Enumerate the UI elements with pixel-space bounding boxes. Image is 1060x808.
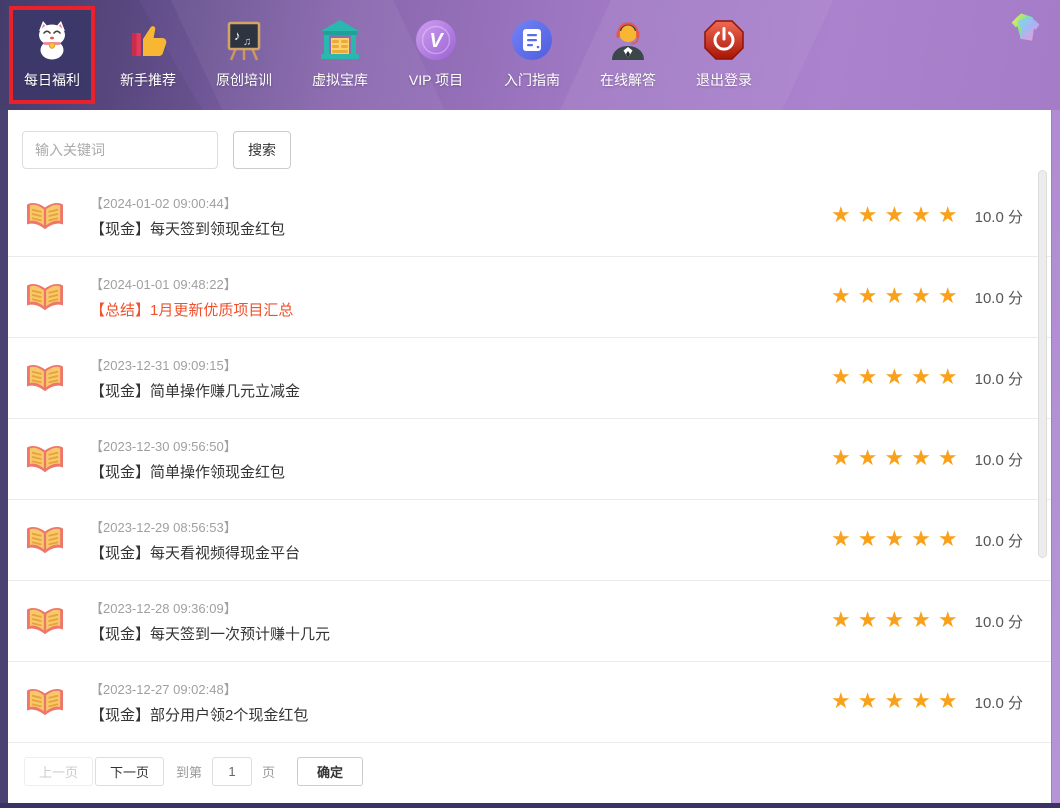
search-bar: 搜索 <box>8 110 1051 176</box>
list-item[interactable]: 【2023-12-30 09:56:50】 【现金】简单操作领现金红包 ★★★★… <box>8 419 1051 500</box>
item-score: 10.0 分 <box>975 287 1023 308</box>
item-timestamp: 【2023-12-31 09:09:15】 <box>90 355 300 374</box>
item-score: 10.0 分 <box>975 611 1023 632</box>
search-input[interactable] <box>22 131 218 169</box>
nav-label: 每日福利 <box>24 70 80 90</box>
list-item[interactable]: 【2023-12-28 09:36:09】 【现金】每天签到一次预计赚十几元 ★… <box>8 581 1051 662</box>
nav-label: VIP 项目 <box>409 70 463 90</box>
item-title[interactable]: 【总结】1月更新优质项目汇总 <box>90 299 293 320</box>
list-item[interactable]: 【2023-12-29 08:56:53】 【现金】每天看视频得现金平台 ★★★… <box>8 500 1051 581</box>
list-item[interactable]: 【2023-12-31 09:09:15】 【现金】简单操作赚几元立减金 ★★★… <box>8 338 1051 419</box>
nav-label: 虚拟宝库 <box>312 70 368 90</box>
item-timestamp: 【2023-12-30 09:56:50】 <box>90 436 285 455</box>
star-rating-icon: ★★★★★ <box>831 691 965 713</box>
svg-text:V: V <box>429 30 444 52</box>
rainbow-shirt-logo-icon <box>1008 10 1046 53</box>
goto-page-prefix: 到第 <box>176 762 202 781</box>
nav-tab-logout[interactable]: 退出登录 <box>681 6 767 104</box>
support-agent-icon <box>606 16 650 64</box>
item-score: 10.0 分 <box>975 530 1023 551</box>
book-icon <box>24 684 66 720</box>
book-icon <box>24 360 66 396</box>
nav-label: 入门指南 <box>504 70 560 90</box>
svg-text:♪: ♪ <box>234 28 241 43</box>
item-title[interactable]: 【现金】简单操作赚几元立减金 <box>90 380 300 401</box>
item-rating: ★★★★★ 10.0 分 <box>831 610 1023 632</box>
item-title[interactable]: 【现金】部分用户领2个现金红包 <box>90 704 308 725</box>
item-score: 10.0 分 <box>975 449 1023 470</box>
left-page-border <box>0 110 8 803</box>
nav-label: 原创培训 <box>216 70 272 90</box>
thumbs-up-icon <box>126 16 170 64</box>
item-rating: ★★★★★ 10.0 分 <box>831 367 1023 389</box>
item-timestamp: 【2023-12-29 08:56:53】 <box>90 517 300 536</box>
book-icon <box>24 603 66 639</box>
item-score: 10.0 分 <box>975 206 1023 227</box>
star-rating-icon: ★★★★★ <box>831 448 965 470</box>
confirm-page-button[interactable]: 确定 <box>297 757 363 786</box>
star-rating-icon: ★★★★★ <box>831 205 965 227</box>
item-title[interactable]: 【现金】每天看视频得现金平台 <box>90 542 300 563</box>
lucky-cat-icon <box>30 16 74 64</box>
nav-tab-original-training[interactable]: ♪ ♫ 原创培训 <box>201 6 287 104</box>
book-icon <box>24 198 66 234</box>
nav-tab-online-support[interactable]: 在线解答 <box>585 6 671 104</box>
svg-text:♫: ♫ <box>243 36 251 48</box>
top-nav: 每日福利 新手推荐 ♪ ♫ 原创培训 <box>0 0 1060 110</box>
vip-circle-icon: V <box>414 16 458 64</box>
nav-label: 新手推荐 <box>120 70 176 90</box>
right-page-border <box>1051 110 1060 803</box>
item-timestamp: 【2024-01-01 09:48:22】 <box>90 274 293 293</box>
item-title[interactable]: 【现金】每天签到一次预计赚十几元 <box>90 623 330 644</box>
pagination: 上一页 下一页 到第 页 确定 <box>8 743 1051 786</box>
item-timestamp: 【2024-01-02 09:00:44】 <box>90 193 285 212</box>
list-item[interactable]: 【2023-12-27 09:02:48】 【现金】部分用户领2个现金红包 ★★… <box>8 662 1051 743</box>
nav-tab-daily-welfare[interactable]: 每日福利 <box>9 6 95 104</box>
guide-doc-icon <box>510 16 554 64</box>
item-timestamp: 【2023-12-28 09:36:09】 <box>90 598 330 617</box>
nav-tab-vip-projects[interactable]: V VIP 项目 <box>393 6 479 104</box>
nav-tab-newbie-picks[interactable]: 新手推荐 <box>105 6 191 104</box>
page-number-input[interactable] <box>212 757 252 786</box>
item-rating: ★★★★★ 10.0 分 <box>831 448 1023 470</box>
blackboard-icon: ♪ ♫ <box>222 16 266 64</box>
nav-label: 在线解答 <box>600 70 656 90</box>
star-rating-icon: ★★★★★ <box>831 610 965 632</box>
goto-page-suffix: 页 <box>262 762 275 781</box>
nav-label: 退出登录 <box>696 70 752 90</box>
nav-tab-getting-started[interactable]: 入门指南 <box>489 6 575 104</box>
search-button[interactable]: 搜索 <box>233 131 291 169</box>
prev-page-button[interactable]: 上一页 <box>24 757 93 786</box>
item-title[interactable]: 【现金】简单操作领现金红包 <box>90 461 285 482</box>
star-rating-icon: ★★★★★ <box>831 529 965 551</box>
item-rating: ★★★★★ 10.0 分 <box>831 529 1023 551</box>
next-page-button[interactable]: 下一页 <box>95 757 164 786</box>
scrollbar-thumb[interactable] <box>1038 170 1047 558</box>
item-score: 10.0 分 <box>975 368 1023 389</box>
nav-tab-virtual-treasury[interactable]: 虚拟宝库 <box>297 6 383 104</box>
item-rating: ★★★★★ 10.0 分 <box>831 205 1023 227</box>
item-timestamp: 【2023-12-27 09:02:48】 <box>90 679 308 698</box>
list-item[interactable]: 【2024-01-01 09:48:22】 【总结】1月更新优质项目汇总 ★★★… <box>8 257 1051 338</box>
book-icon <box>24 441 66 477</box>
logout-power-icon <box>702 16 746 64</box>
treasury-icon <box>318 16 362 64</box>
article-list: 【2024-01-02 09:00:44】 【现金】每天签到领现金红包 ★★★★… <box>8 176 1051 743</box>
main-content: 搜索 【2024-01-02 09:00:44】 【现金】每天签到领现金红包 <box>8 110 1051 803</box>
list-item[interactable]: 【2024-01-02 09:00:44】 【现金】每天签到领现金红包 ★★★★… <box>8 176 1051 257</box>
item-score: 10.0 分 <box>975 692 1023 713</box>
star-rating-icon: ★★★★★ <box>831 286 965 308</box>
item-title[interactable]: 【现金】每天签到领现金红包 <box>90 218 285 239</box>
item-rating: ★★★★★ 10.0 分 <box>831 691 1023 713</box>
book-icon <box>24 279 66 315</box>
star-rating-icon: ★★★★★ <box>831 367 965 389</box>
item-rating: ★★★★★ 10.0 分 <box>831 286 1023 308</box>
book-icon <box>24 522 66 558</box>
bottom-page-border <box>0 803 1060 808</box>
